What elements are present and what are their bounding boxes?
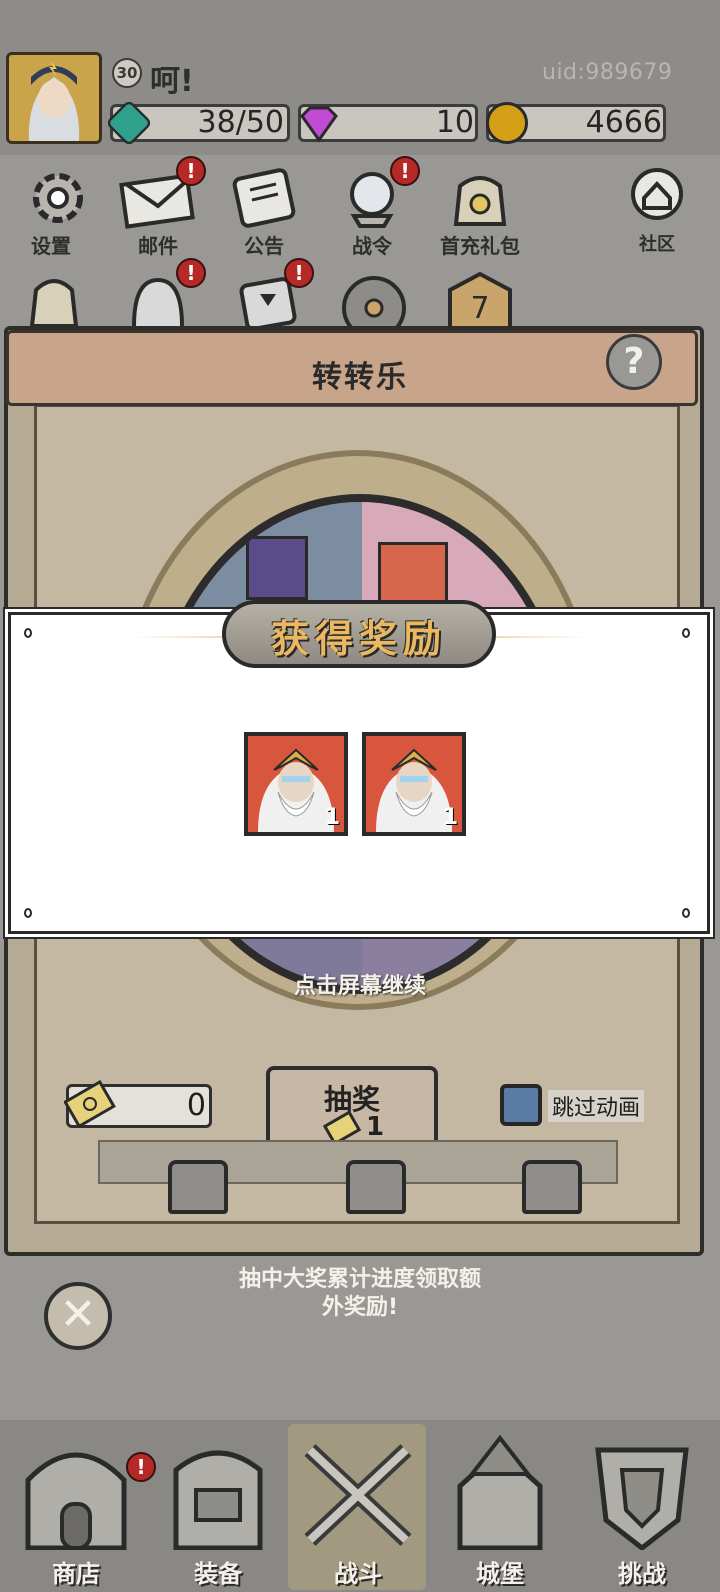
battle-pass-label: 战令 xyxy=(352,234,392,258)
bonus-info-text: 抽中大奖累计进度领取额 外奖励! xyxy=(180,1266,540,1322)
nav-battle[interactable]: 战斗 xyxy=(290,1430,426,1590)
rank-badge-icon[interactable]: 7 xyxy=(442,270,518,326)
draw-cost: 1 xyxy=(366,1112,385,1142)
bonus-info-line1: 抽中大奖累计进度领取额 xyxy=(238,1267,481,1292)
hourglass-notify-badge: ! xyxy=(284,258,314,288)
reward-chest-icon[interactable] xyxy=(346,1160,406,1214)
player-uid: uid:989679 xyxy=(542,60,673,85)
castle-icon xyxy=(457,1434,543,1551)
reward-chest-icon[interactable] xyxy=(522,1160,582,1214)
player-name: 呵! xyxy=(150,64,194,99)
purple-diamond-icon xyxy=(298,102,340,144)
svg-text:7: 7 xyxy=(470,291,489,326)
skip-animation-label: 跳过动画 xyxy=(548,1090,645,1122)
reward-count: 1 xyxy=(442,805,458,830)
nav-shop[interactable]: 商店 xyxy=(8,1430,144,1590)
gear-icon xyxy=(18,166,98,230)
settings-label: 设置 xyxy=(31,234,71,258)
battle-pass-notify-badge: ! xyxy=(390,156,420,186)
player-level-badge: 30 xyxy=(112,58,142,88)
nav-challenge[interactable]: 挑战 xyxy=(574,1430,710,1590)
reward-item-card[interactable]: 1 xyxy=(244,732,348,836)
skip-animation-checkbox[interactable] xyxy=(500,1084,542,1126)
nav-castle-label: 城堡 xyxy=(476,1560,524,1588)
crest-shield-icon xyxy=(595,1447,689,1552)
close-icon: ✕ xyxy=(59,1289,97,1340)
community-button[interactable]: 社区 xyxy=(624,166,690,256)
diamond-value: 10 xyxy=(435,105,474,140)
helmet-notify-badge: ! xyxy=(176,258,206,288)
first-recharge-button[interactable]: 首充礼包 xyxy=(434,166,526,259)
ticket-icon xyxy=(63,1079,116,1130)
shop-house-icon xyxy=(25,1452,127,1551)
reward-count: 1 xyxy=(324,805,340,830)
backpack-icon xyxy=(173,1450,263,1551)
crossed-swords-icon xyxy=(304,1444,412,1546)
player-avatar[interactable] xyxy=(6,52,102,144)
popup-corner-rivet xyxy=(24,628,32,638)
bonus-info-line2: 外奖励! xyxy=(321,1295,399,1320)
notice-label: 公告 xyxy=(244,234,284,258)
bag-shortcut-icon[interactable] xyxy=(26,268,82,328)
tap-to-continue-hint: 点击屏幕继续 xyxy=(293,974,426,999)
popup-corner-rivet xyxy=(682,908,690,918)
help-button[interactable]: ? xyxy=(606,334,662,390)
community-label: 社区 xyxy=(639,234,675,255)
first-recharge-label: 首充礼包 xyxy=(440,234,520,258)
nav-equipment[interactable]: 装备 xyxy=(150,1430,286,1590)
nav-castle[interactable]: 城堡 xyxy=(432,1430,568,1590)
ticket-count: 0 xyxy=(186,1088,206,1123)
popup-corner-rivet xyxy=(682,628,690,638)
scroll-icon xyxy=(224,166,304,230)
popup-title: 获得奖励 xyxy=(270,616,447,661)
settings-button[interactable]: 设置 xyxy=(18,166,98,259)
gold-coin-icon xyxy=(486,102,528,144)
popup-corner-rivet xyxy=(24,908,32,918)
gold-value: 4666 xyxy=(585,105,662,140)
reward-chest-icon[interactable] xyxy=(168,1160,228,1214)
nav-battle-label: 战斗 xyxy=(334,1560,382,1588)
nav-challenge-label: 挑战 xyxy=(618,1560,666,1588)
close-button[interactable]: ✕ xyxy=(44,1282,112,1350)
reward-item-card[interactable]: 1 xyxy=(362,732,466,836)
mail-notify-badge: ! xyxy=(176,156,206,186)
gift-bag-icon xyxy=(434,166,526,230)
nav-equipment-label: 装备 xyxy=(194,1560,242,1588)
purple-crystal-icon xyxy=(246,536,308,600)
stamina-value: 38/50 xyxy=(197,105,284,140)
wheel-shortcut-icon[interactable] xyxy=(340,274,408,340)
home-bubble-icon xyxy=(624,166,690,230)
mail-label: 邮件 xyxy=(138,234,178,258)
notice-button[interactable]: 公告 xyxy=(224,166,304,259)
nav-shop-label: 商店 xyxy=(52,1560,100,1588)
